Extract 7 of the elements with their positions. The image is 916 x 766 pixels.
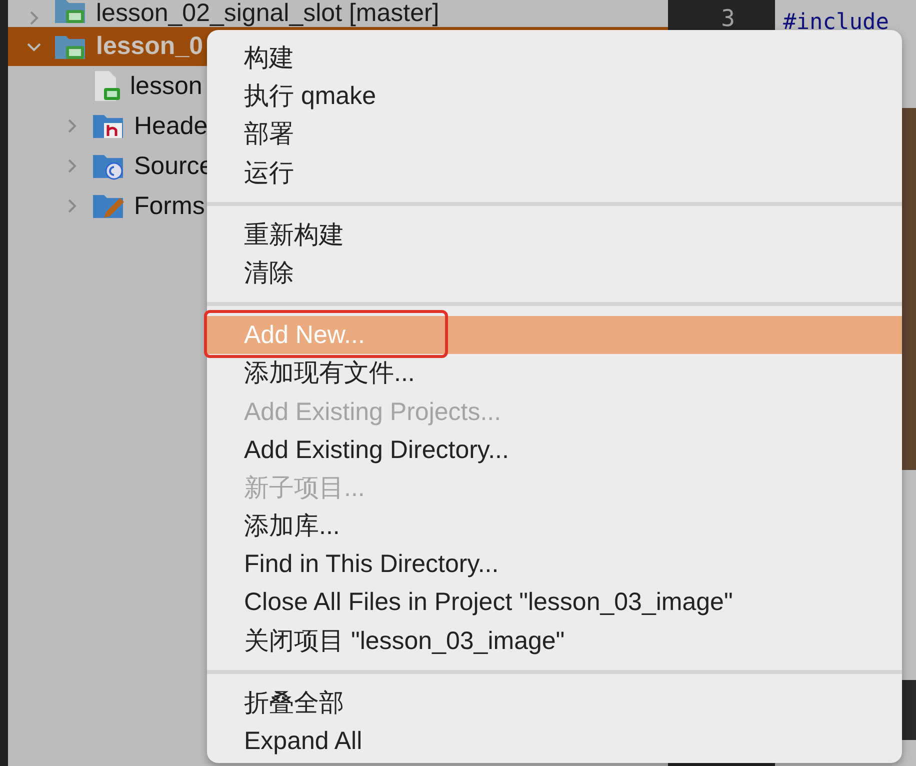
tree-item-label: Forms <box>134 192 205 220</box>
tree-item-label: lesson <box>130 72 202 100</box>
project-name: lesson_0 <box>96 33 204 60</box>
tree-item-label: Heade <box>134 112 208 140</box>
project-name: lesson_02_signal_slot [master] <box>96 0 440 26</box>
line-number: 3 <box>721 6 735 34</box>
code-text: #include <box>783 10 889 34</box>
